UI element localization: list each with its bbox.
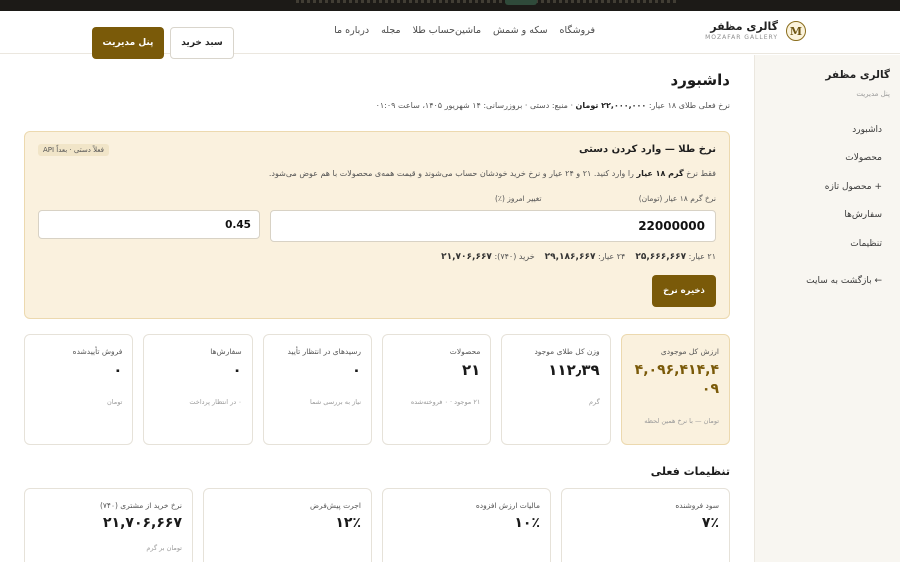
rate-21k-value: ۲۵,۶۶۶,۶۶۷ bbox=[635, 252, 687, 262]
rate-source-badge: فعلاً دستی · بعداً API bbox=[38, 144, 109, 156]
setting-card-seller-profit: سود فروشنده ۷٪ bbox=[561, 488, 730, 562]
setting-value: ۱۲٪ bbox=[335, 515, 361, 531]
rate-21k: ۲۱ عیار: ۲۵,۶۶۶,۶۶۷ bbox=[635, 252, 716, 262]
rate-18k-input[interactable] bbox=[270, 210, 716, 242]
logo-monogram-icon: M bbox=[786, 21, 806, 41]
site-header: M گالری مظفر MOZAFAR GALLERY فروشگاه سکه… bbox=[0, 11, 900, 59]
current-rate-line: نرخ فعلی طلای ۱۸ عیار: ۲۲,۰۰۰,۰۰۰ تومان … bbox=[376, 101, 730, 110]
nav-shop[interactable]: فروشگاه bbox=[560, 25, 595, 36]
rate-card-title: نرخ طلا — وارد کردن دستی bbox=[578, 144, 716, 155]
stat-value: ۲۱ bbox=[462, 361, 481, 379]
admin-sidebar: گالری مظفر پنل مدیریت داشبورد محصولات + … bbox=[754, 55, 900, 562]
cart-button[interactable]: سبد خرید bbox=[170, 27, 234, 59]
nav-coins-bars[interactable]: سکه و شمش bbox=[493, 25, 548, 36]
daily-change-input[interactable] bbox=[38, 210, 260, 239]
brand-name: گالری مظفر bbox=[710, 20, 778, 33]
setting-label: سود فروشنده bbox=[675, 501, 719, 510]
setting-card-default-wage: اجرت پیش‌فرض ۱۲٪ bbox=[203, 488, 372, 562]
stat-label: وزن کل طلای موجود bbox=[534, 347, 600, 356]
rate-24k-value: ۲۹,۱۸۶,۶۶۷ bbox=[544, 252, 596, 262]
stat-card-orders: سفارش‌ها ۰ ۰ در انتظار پرداخت bbox=[143, 334, 253, 445]
sidebar-item-products[interactable]: محصولات bbox=[845, 153, 882, 163]
browser-top-strip bbox=[0, 0, 900, 11]
stat-label: محصولات bbox=[449, 347, 481, 356]
stat-label: سفارش‌ها bbox=[210, 347, 242, 356]
nav-about[interactable]: درباره ما bbox=[334, 25, 369, 36]
save-rate-button[interactable]: ذخیره نرخ bbox=[652, 275, 716, 307]
nav-magazine[interactable]: مجله bbox=[381, 25, 400, 36]
stat-card-gold-weight: وزن کل طلای موجود ۱۱۲٫۳۹ گرم bbox=[501, 334, 611, 445]
stat-value: ۰ bbox=[351, 361, 362, 379]
setting-value: ۱۰٪ bbox=[514, 515, 540, 531]
rate-18k-label: نرخ گرم ۱۸ عیار (تومان) bbox=[638, 194, 716, 203]
top-strip-indicator bbox=[505, 0, 537, 5]
desc-bold: گرم ۱۸ عیار bbox=[636, 169, 684, 178]
sidebar-item-dashboard[interactable]: داشبورد bbox=[852, 125, 882, 135]
sidebar-item-orders[interactable]: سفارش‌ها bbox=[844, 210, 882, 220]
gold-rate-card: نرخ طلا — وارد کردن دستی فعلاً دستی · بع… bbox=[24, 131, 730, 319]
brand-logo[interactable]: M گالری مظفر MOZAFAR GALLERY bbox=[705, 20, 806, 42]
stat-card-pending-receipts: رسیدهای در انتظار تأیید ۰ نیاز به بررسی … bbox=[262, 334, 373, 445]
stat-card-inventory-value: ارزش کل موجودی ۴,۰۹۶,۴۱۴,۴۰۹ تومان — با … bbox=[620, 334, 730, 445]
stat-note: تومان bbox=[106, 398, 123, 406]
stat-value: ۰ bbox=[113, 361, 123, 379]
stats-row: ارزش کل موجودی ۴,۰۹۶,۴۱۴,۴۰۹ تومان — با … bbox=[24, 334, 730, 445]
rate-24k: ۲۴ عیار: ۲۹,۱۸۶,۶۶۷ bbox=[545, 252, 626, 262]
rate-buy: خرید (۷۴۰): ۲۱,۷۰۶,۶۶۷ bbox=[441, 252, 535, 262]
sidebar-title: گالری مظفر bbox=[825, 69, 890, 81]
top-strip-pattern bbox=[296, 0, 676, 3]
setting-label: مالیات ارزش افزوده bbox=[475, 501, 540, 510]
stat-value: ۰ bbox=[232, 361, 242, 379]
daily-change-label: تغییر امروز (٪) bbox=[495, 194, 542, 203]
stat-card-confirmed-sales: فروش تأییدشده ۰ تومان bbox=[24, 334, 134, 445]
setting-note: تومان بر گرم bbox=[146, 544, 182, 552]
desc-post: را وارد کنید. ۲۱ و ۲۴ عیار و نرخ خرید خو… bbox=[268, 169, 634, 178]
page-title: داشبورد bbox=[670, 71, 730, 89]
desc-pre: فقط نرخ bbox=[686, 169, 716, 178]
stat-card-products: محصولات ۲۱ ۲۱ موجود · ۰ فروخته‌شده bbox=[382, 334, 492, 445]
rate-21k-label: ۲۱ عیار: bbox=[688, 252, 716, 261]
derived-rates: ۲۱ عیار: ۲۵,۶۶۶,۶۶۷ ۲۴ عیار: ۲۹,۱۸۶,۶۶۷ … bbox=[441, 252, 716, 262]
stat-note: ۲۱ موجود · ۰ فروخته‌شده bbox=[410, 398, 481, 406]
stat-note: تومان — با نرخ همین لحظه bbox=[644, 417, 719, 425]
settings-section-title: تنظیمات فعلی bbox=[650, 465, 730, 478]
logo-text: گالری مظفر MOZAFAR GALLERY bbox=[705, 20, 778, 42]
admin-panel-button[interactable]: پنل مدیریت bbox=[92, 27, 164, 59]
sidebar-item-new-product[interactable]: + محصول تازه bbox=[825, 182, 882, 192]
settings-row: سود فروشنده ۷٪ مالیات ارزش افزوده ۱۰٪ اج… bbox=[24, 488, 730, 562]
nav-gold-calculator[interactable]: ماشین‌حساب طلا bbox=[413, 25, 481, 36]
sidebar-subtitle: پنل مدیریت bbox=[856, 90, 890, 98]
stat-note: ۰ در انتظار پرداخت bbox=[189, 398, 242, 406]
stat-note: گرم bbox=[588, 398, 600, 406]
rate-label: نرخ فعلی طلای ۱۸ عیار: bbox=[648, 101, 730, 110]
stat-value: ۱۱۲٫۳۹ bbox=[548, 361, 600, 379]
rate-buy-label: خرید (۷۴۰): bbox=[494, 252, 535, 261]
brand-subtitle: MOZAFAR GALLERY bbox=[705, 34, 778, 41]
setting-card-buy-rate: نرخ خرید از مشتری (۷۴۰) ۲۱,۷۰۶,۶۶۷ تومان… bbox=[24, 488, 193, 562]
stat-note: نیاز به بررسی شما bbox=[310, 398, 362, 406]
setting-value: ۲۱,۷۰۶,۶۶۷ bbox=[103, 515, 182, 531]
main-nav: فروشگاه سکه و شمش ماشین‌حساب طلا مجله در… bbox=[334, 25, 595, 36]
setting-label: اجرت پیش‌فرض bbox=[309, 501, 361, 510]
rate-value: ۲۲,۰۰۰,۰۰۰ تومان bbox=[575, 101, 647, 110]
setting-value: ۷٪ bbox=[701, 515, 719, 531]
stat-label: فروش تأییدشده bbox=[72, 347, 123, 356]
rate-24k-label: ۲۴ عیار: bbox=[598, 252, 626, 261]
rate-meta: · منبع: دستی · بروزرسانی: ۱۴ شهریور ۱۴۰۵… bbox=[375, 101, 573, 110]
setting-card-vat: مالیات ارزش افزوده ۱۰٪ bbox=[382, 488, 551, 562]
stat-label: رسیدهای در انتظار تأیید bbox=[287, 347, 362, 356]
setting-label: نرخ خرید از مشتری (۷۴۰) bbox=[99, 501, 182, 510]
sidebar-item-settings[interactable]: تنظیمات bbox=[850, 239, 882, 249]
stat-label: ارزش کل موجودی bbox=[660, 347, 719, 356]
stat-value: ۴,۰۹۶,۴۱۴,۴۰۹ bbox=[634, 362, 719, 397]
sidebar-back-to-site[interactable]: ← بازگشت به سایت bbox=[806, 276, 882, 286]
rate-buy-value: ۲۱,۷۰۶,۶۶۷ bbox=[441, 252, 492, 262]
rate-card-description: فقط نرخ گرم ۱۸ عیار را وارد کنید. ۲۱ و ۲… bbox=[269, 169, 716, 178]
